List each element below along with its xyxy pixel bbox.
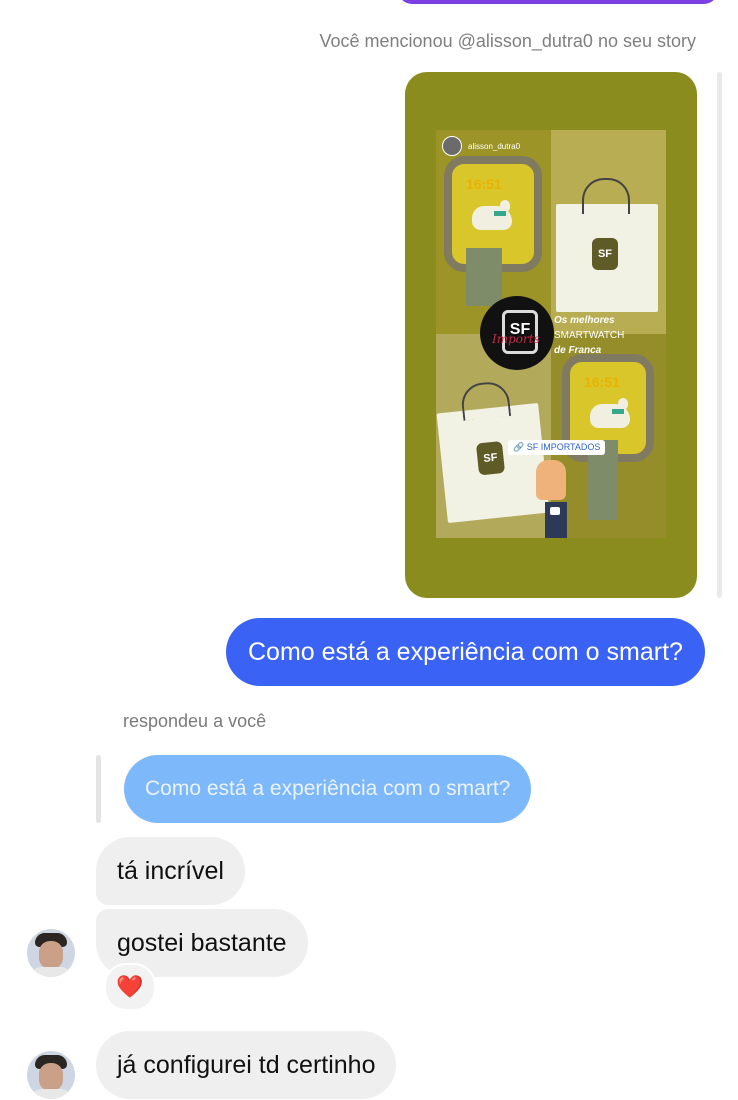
story-preview-card[interactable]: 16:51 SF SF 16:51 SF Imports Os melhores…: [405, 72, 697, 598]
quoted-message-bubble[interactable]: Como está a experiência com o smart?: [124, 755, 532, 823]
avatar[interactable]: [27, 1051, 75, 1099]
received-message-bubble[interactable]: já configurei td certinho: [96, 1031, 397, 1099]
shopping-bag-image: SF: [436, 380, 550, 524]
quote-indicator: [96, 755, 101, 823]
dog-graphic: [590, 398, 630, 428]
avatar[interactable]: [27, 929, 75, 977]
sleeve-graphic: [545, 502, 567, 538]
previous-message-bubble: [398, 0, 718, 4]
play-icon: [550, 507, 560, 515]
heart-icon[interactable]: ❤️: [104, 963, 156, 1011]
shopping-bag-image: SF: [556, 178, 658, 312]
story-mention-note: Você mencionou @alisson_dutra0 no seu st…: [319, 31, 697, 51]
link-sticker[interactable]: 🔗 SF IMPORTADOS: [508, 440, 606, 455]
story-tagline: Os melhores SMARTWATCH de Franca: [554, 315, 625, 356]
story-avatar: [442, 136, 462, 156]
story-image: 16:51 SF SF 16:51 SF Imports Os melhores…: [436, 130, 666, 538]
story-header: alisson_dutra0: [442, 136, 520, 156]
reply-label: respondeu a você: [123, 711, 267, 731]
sf-imports-logo: SF Imports: [480, 296, 554, 370]
scrollbar[interactable]: [717, 72, 722, 598]
dog-graphic: [472, 200, 512, 230]
sent-message-bubble[interactable]: Como está a experiência com o smart?: [226, 618, 705, 686]
pointing-hand-icon: [536, 460, 566, 500]
received-message-bubble[interactable]: tá incrível: [96, 837, 245, 905]
